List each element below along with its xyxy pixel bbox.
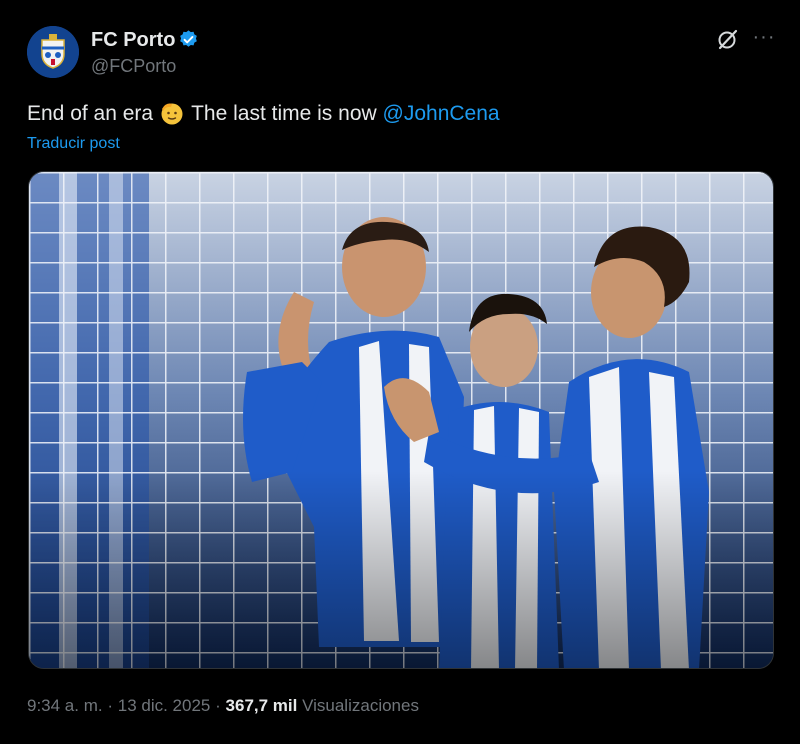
- post: FC Porto @FCPorto ··· End of an era The …: [0, 0, 800, 744]
- post-time[interactable]: 9:34 a. m.: [27, 696, 103, 715]
- fc-porto-crest-icon: [27, 26, 79, 78]
- meta-separator: ·: [215, 696, 221, 715]
- views-count: 367,7 mil: [225, 696, 298, 715]
- verified-badge-icon: [180, 30, 197, 47]
- post-text: End of an era The last time is now @John…: [27, 100, 500, 127]
- post-text-part: The last time is now: [191, 102, 377, 125]
- photo-illustration: [29, 172, 773, 668]
- meta-separator: ·: [107, 696, 114, 715]
- post-metadata: 9:34 a. m. · 13 dic. 2025 · 367,7 mil Vi…: [27, 695, 419, 717]
- translate-post-link[interactable]: Traducir post: [27, 134, 120, 154]
- more-options-button[interactable]: ···: [752, 27, 776, 51]
- mention-link[interactable]: @JohnCena: [383, 102, 500, 125]
- avatar[interactable]: [27, 26, 79, 78]
- post-date[interactable]: 13 dic. 2025: [118, 696, 211, 715]
- views-label: Visualizaciones: [302, 696, 419, 715]
- post-photo[interactable]: [28, 171, 774, 669]
- post-text-part: End of an era: [27, 102, 154, 125]
- author-handle[interactable]: @FCPorto: [91, 55, 176, 77]
- saluting-face-icon: [161, 103, 183, 125]
- grok-icon[interactable]: [716, 27, 740, 51]
- display-name[interactable]: FC Porto: [91, 28, 175, 52]
